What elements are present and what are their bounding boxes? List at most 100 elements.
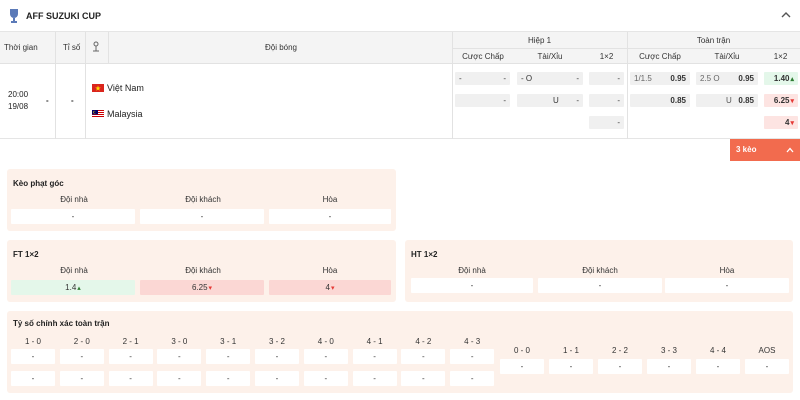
h1-handicap-home[interactable]: -- xyxy=(455,72,510,85)
corner-odds-draw[interactable]: - xyxy=(269,209,391,224)
draw-score-label: 4 - 4 xyxy=(709,346,726,355)
score-label: 4 - 3 xyxy=(464,337,481,346)
ft-odds-home[interactable]: 1.4▴ xyxy=(11,280,135,295)
home-team[interactable]: Việt Nam xyxy=(107,83,144,93)
more-bets-button[interactable]: 3 kèo xyxy=(730,139,800,161)
ft-ou-header: Tài/Xỉu xyxy=(714,52,740,61)
stats-icon[interactable] xyxy=(91,41,101,53)
corner-label-draw: Hòa xyxy=(322,195,338,204)
match-row[interactable]: 20:00 19/08 - - Việt Nam Malaysia -- - O… xyxy=(0,64,800,139)
score-odds-row1[interactable]: - xyxy=(11,349,55,364)
half1-header: Hiệp 1 xyxy=(527,36,552,45)
score-odds-row1[interactable]: - xyxy=(206,349,251,364)
arrow-down-icon: ▾ xyxy=(790,119,794,127)
corner-label-away: Đội khách xyxy=(185,195,221,204)
score-odds-row2[interactable]: - xyxy=(255,371,299,386)
trophy-icon xyxy=(8,8,20,24)
score-odds-row1[interactable]: - xyxy=(401,349,446,364)
chevron-up-icon[interactable] xyxy=(781,10,791,20)
ht-1x2-panel: HT 1×2 Đội nhà Đội khách Hòa - - - xyxy=(405,240,793,302)
score-away: - xyxy=(71,96,74,105)
corner-title: Kèo phạt góc xyxy=(13,179,64,188)
fulltime-header: Toàn trận xyxy=(696,36,731,45)
away-team[interactable]: Malaysia xyxy=(107,109,143,119)
h1-1x2-draw[interactable]: - xyxy=(589,116,624,129)
league-header: AFF SUZUKI CUP xyxy=(0,0,800,32)
ft-label-home: Đội nhà xyxy=(60,266,88,275)
h1-handicap-header: Cược Chấp xyxy=(462,52,504,61)
chevron-up-icon xyxy=(786,139,794,161)
arrow-down-icon: ▾ xyxy=(790,97,794,105)
score-odds-row2[interactable]: - xyxy=(108,371,153,386)
ft-1x2-panel: FT 1×2 Đội nhà Đội khách Hòa 1.4▴ 6.25▾ … xyxy=(7,240,396,302)
draw-score-label: 1 - 1 xyxy=(562,346,579,355)
draw-score-label: 3 - 3 xyxy=(660,346,677,355)
ft-1x2-home[interactable]: 1.40 ▴ xyxy=(764,72,798,85)
score-odds-row1[interactable]: - xyxy=(303,349,348,364)
score-odds-row2[interactable]: - xyxy=(59,371,104,386)
score-odds-row1[interactable]: - xyxy=(255,349,299,364)
h1-ou-header: Tài/Xỉu xyxy=(537,52,563,61)
corner-kick-panel: Kèo phạt góc Đội nhà Đội khách Hòa - - - xyxy=(7,169,396,231)
h1-1x2-home[interactable]: - xyxy=(589,72,624,85)
score-odds-row1[interactable]: - xyxy=(352,349,397,364)
ht-odds-draw[interactable]: - xyxy=(665,278,789,293)
ft-1x2-draw[interactable]: 4 ▾ xyxy=(764,116,798,129)
arrow-down-icon: ▾ xyxy=(208,285,213,292)
h1-1x2-header: 1×2 xyxy=(599,52,614,61)
ft-1x2-header: 1×2 xyxy=(773,52,788,61)
score-odds-row2[interactable]: - xyxy=(352,371,397,386)
ht-odds-home[interactable]: - xyxy=(411,278,533,293)
ft-odds-draw[interactable]: 4▾ xyxy=(269,280,391,295)
ft-ou-under[interactable]: U 0.85 xyxy=(696,94,758,107)
ht-label-home: Đội nhà xyxy=(458,266,486,275)
h1-ou-over[interactable]: - O- xyxy=(517,72,583,85)
score-odds-row1[interactable]: - xyxy=(450,349,495,364)
corner-odds-home[interactable]: - xyxy=(11,209,135,224)
ht-odds-away[interactable]: - xyxy=(538,278,662,293)
draw-score-label: 0 - 0 xyxy=(513,346,530,355)
draw-score-odds[interactable]: - xyxy=(745,359,789,374)
draw-score-odds[interactable]: - xyxy=(598,359,642,374)
ft-ou-over[interactable]: 2.5 O 0.95 xyxy=(696,72,758,85)
score-label: 3 - 0 xyxy=(171,337,188,346)
h1-ou-under[interactable]: U- xyxy=(517,94,583,107)
odds-table-header: Thời gian Tỉ số Đội bóng Hiệp 1 Toàn trậ… xyxy=(0,32,800,64)
draw-score-odds[interactable]: - xyxy=(549,359,593,374)
draw-score-odds[interactable]: - xyxy=(500,359,544,374)
ft-1x2-away[interactable]: 6.25 ▾ xyxy=(764,94,798,107)
vietnam-flag-icon xyxy=(92,84,104,92)
score-odds-row2[interactable]: - xyxy=(303,371,348,386)
ht-1x2-title: HT 1×2 xyxy=(411,250,438,259)
score-label: 4 - 2 xyxy=(415,337,432,346)
draw-score-odds[interactable]: - xyxy=(696,359,740,374)
score-odds-row2[interactable]: - xyxy=(450,371,495,386)
score-label: 2 - 1 xyxy=(122,337,139,346)
ft-odds-away[interactable]: 6.25▾ xyxy=(140,280,264,295)
score-odds-row1[interactable]: - xyxy=(59,349,104,364)
malaysia-flag-icon xyxy=(92,110,104,118)
league-title: AFF SUZUKI CUP xyxy=(26,11,101,21)
ht-label-draw: Hòa xyxy=(719,266,735,275)
score-odds-row2[interactable]: - xyxy=(157,371,202,386)
ft-1x2-title: FT 1×2 xyxy=(13,250,39,259)
score-odds-row2[interactable]: - xyxy=(206,371,251,386)
draw-score-label: AOS xyxy=(758,346,776,355)
ft-label-draw: Hòa xyxy=(322,266,338,275)
ft-handicap-away[interactable]: 0.85 xyxy=(630,94,690,107)
ht-label-away: Đội khách xyxy=(582,266,618,275)
match-date: 19/08 xyxy=(8,102,29,111)
h1-handicap-away[interactable]: - xyxy=(455,94,510,107)
h1-1x2-away[interactable]: - xyxy=(589,94,624,107)
score-label: 2 - 0 xyxy=(73,337,90,346)
corner-odds-away[interactable]: - xyxy=(140,209,264,224)
correct-score-panel: Tỷ số chính xác toàn trận 1 - 0--2 - 0--… xyxy=(7,311,793,393)
score-odds-row2[interactable]: - xyxy=(11,371,55,386)
ft-label-away: Đội khách xyxy=(185,266,221,275)
ft-handicap-home[interactable]: 1/1.5 0.95 xyxy=(630,72,690,85)
draw-score-odds[interactable]: - xyxy=(647,359,691,374)
score-label: 3 - 1 xyxy=(220,337,237,346)
score-odds-row1[interactable]: - xyxy=(108,349,153,364)
score-odds-row1[interactable]: - xyxy=(157,349,202,364)
score-odds-row2[interactable]: - xyxy=(401,371,446,386)
